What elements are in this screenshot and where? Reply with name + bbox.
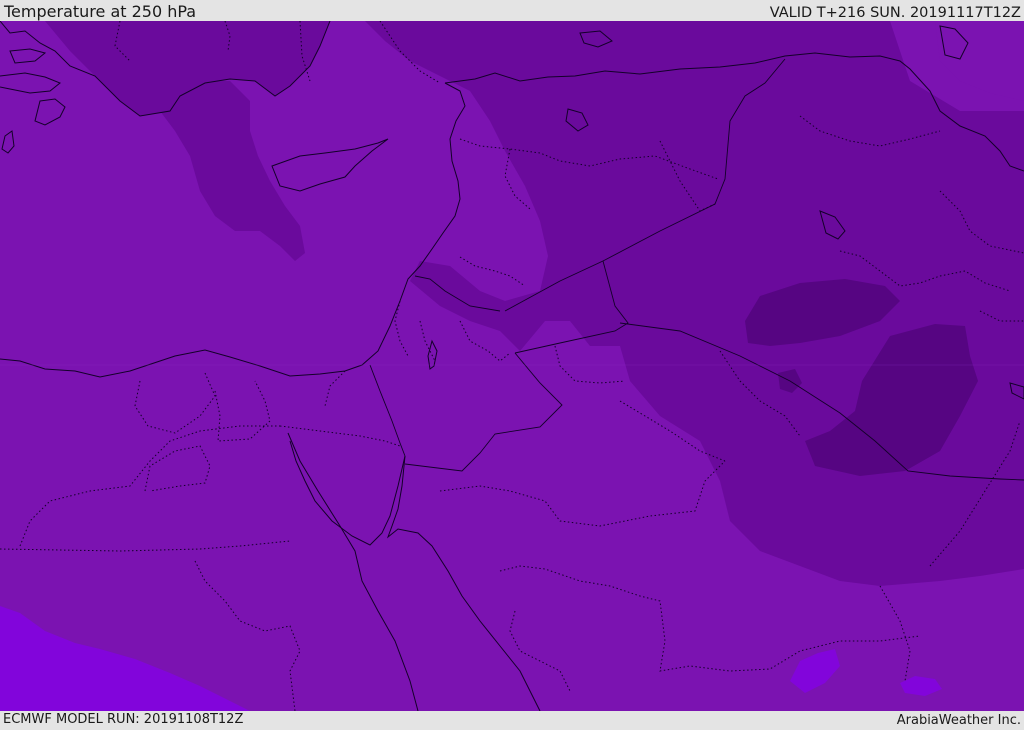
credit-label: ArabiaWeather Inc. xyxy=(896,713,1021,728)
map-canvas xyxy=(0,21,1024,711)
map-svg xyxy=(0,21,1024,711)
map-title: Temperature at 250 hPa xyxy=(4,2,197,21)
footer-bar: ECMWF MODEL RUN: 20191108T12Z ArabiaWeat… xyxy=(0,711,1024,729)
valid-time: VALID T+216 SUN. 20191117T12Z xyxy=(769,5,1021,21)
header-bar: Temperature at 250 hPa VALID T+216 SUN. … xyxy=(0,0,1024,21)
model-run: ECMWF MODEL RUN: 20191108T12Z xyxy=(3,712,244,727)
map-figure: Temperature at 250 hPa VALID T+216 SUN. … xyxy=(0,0,1024,729)
